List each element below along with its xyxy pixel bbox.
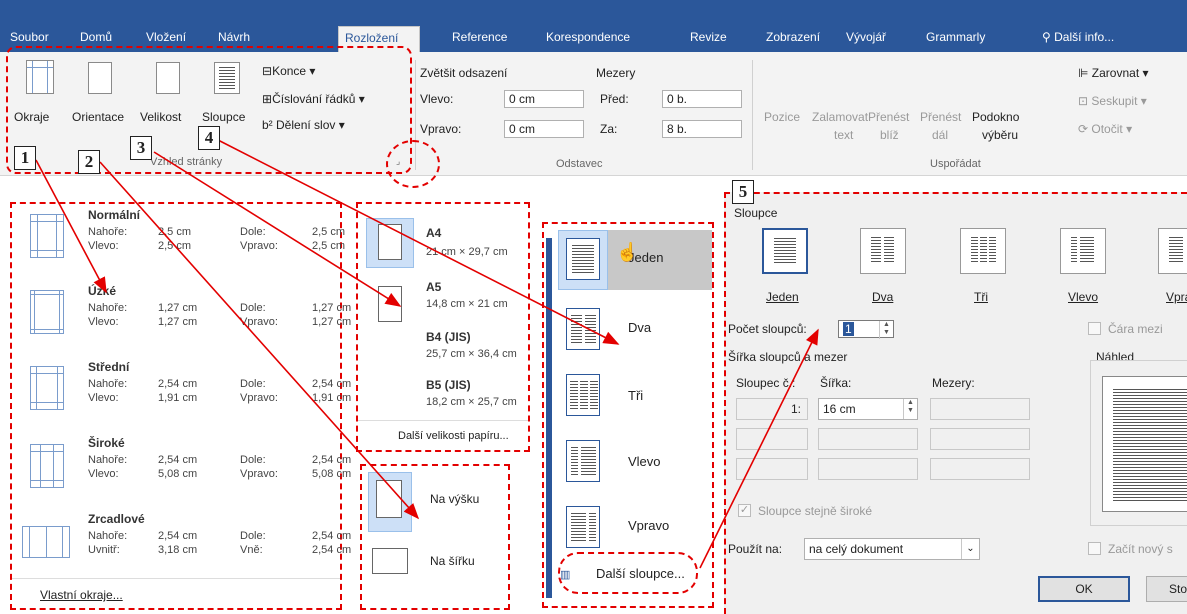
arrow-2 xyxy=(99,161,420,520)
arrow-3 xyxy=(153,151,402,307)
arrow-1 xyxy=(35,159,107,294)
callout-number-2: 2 xyxy=(78,150,100,174)
arrow-5 xyxy=(699,328,819,569)
arrow-4 xyxy=(217,139,620,345)
callout-number-5: 5 xyxy=(732,180,754,204)
callout-number-3: 3 xyxy=(130,136,152,160)
callout-number-1: 1 xyxy=(14,146,36,170)
callout-arrows xyxy=(35,139,819,569)
screenshot: Soubor Domů Vložení Návrh Rozložení Refe… xyxy=(0,0,1187,614)
callout-number-4: 4 xyxy=(198,126,220,150)
